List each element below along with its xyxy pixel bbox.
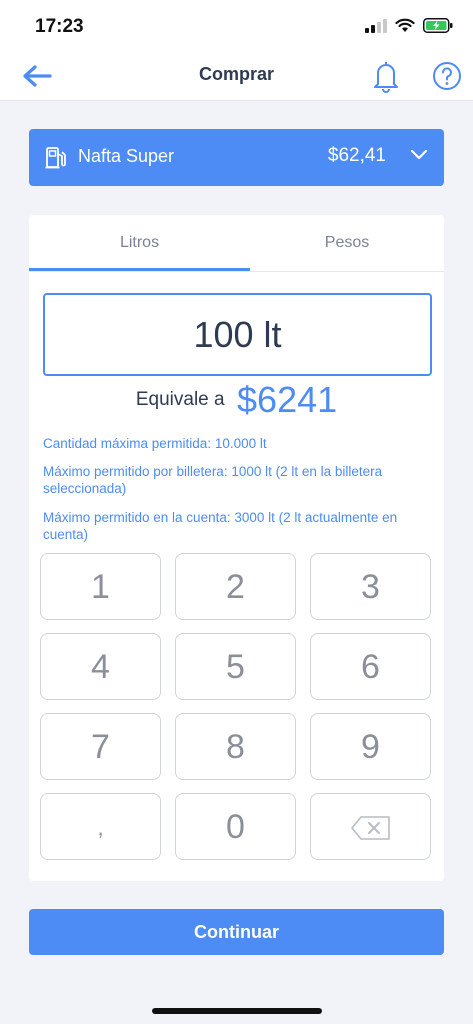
equivalence-value: $6241: [237, 379, 338, 420]
unit-tabs: Litros Pesos: [29, 215, 444, 272]
battery-charging-icon: [423, 18, 453, 33]
key-7[interactable]: 7: [40, 713, 161, 780]
purchase-card: Litros Pesos 100 lt Equivale a $6241 Can…: [29, 215, 444, 881]
tab-litros[interactable]: Litros: [29, 215, 250, 271]
max-quantity-text: Cantidad máxima permitida: 10.000 lt: [43, 436, 267, 451]
notifications-button[interactable]: [370, 58, 402, 94]
key-6[interactable]: 6: [310, 633, 431, 700]
key-0[interactable]: 0: [175, 793, 296, 860]
key-3[interactable]: 3: [310, 553, 431, 620]
tab-pesos[interactable]: Pesos: [250, 215, 444, 271]
key-1[interactable]: 1: [40, 553, 161, 620]
nav-bar: Comprar: [0, 52, 473, 101]
help-button[interactable]: [432, 61, 462, 91]
wifi-icon: [395, 18, 415, 32]
chevron-down-icon: [410, 149, 428, 160]
key-9[interactable]: 9: [310, 713, 431, 780]
fuel-selector[interactable]: Nafta Super $62,41: [29, 129, 444, 186]
bell-icon: [374, 62, 398, 93]
key-comma[interactable]: ,: [40, 793, 161, 860]
numeric-keypad: 1 2 3 4 5 6 7 8 9 , 0: [40, 553, 433, 861]
key-4[interactable]: 4: [40, 633, 161, 700]
signal-icon: [365, 18, 387, 33]
status-icons: [365, 18, 453, 33]
home-indicator: [152, 1008, 322, 1014]
continue-button[interactable]: Continuar: [29, 909, 444, 955]
amount-input[interactable]: 100 lt: [43, 293, 432, 376]
key-8[interactable]: 8: [175, 713, 296, 780]
equivalence: Equivale a $6241: [29, 379, 444, 421]
equivalence-label: Equivale a: [135, 389, 225, 410]
fuel-name: Nafta Super: [78, 146, 175, 166]
status-time: 17:23: [35, 16, 84, 37]
fuel-pump-icon: [45, 147, 66, 169]
backspace-icon: [350, 816, 390, 840]
key-2[interactable]: 2: [175, 553, 296, 620]
fuel-price: $62,41: [327, 145, 386, 166]
question-circle-icon: [433, 62, 461, 90]
max-wallet-text: Máximo permitido por billetera: 1000 lt …: [43, 464, 383, 496]
status-bar: 17:23: [0, 0, 473, 52]
key-backspace[interactable]: [310, 793, 431, 860]
page-title: Comprar: [198, 64, 274, 84]
max-account-text: Máximo permitido en la cuenta: 3000 lt (…: [43, 510, 398, 542]
key-5[interactable]: 5: [175, 633, 296, 700]
active-tab-indicator: [29, 268, 250, 271]
